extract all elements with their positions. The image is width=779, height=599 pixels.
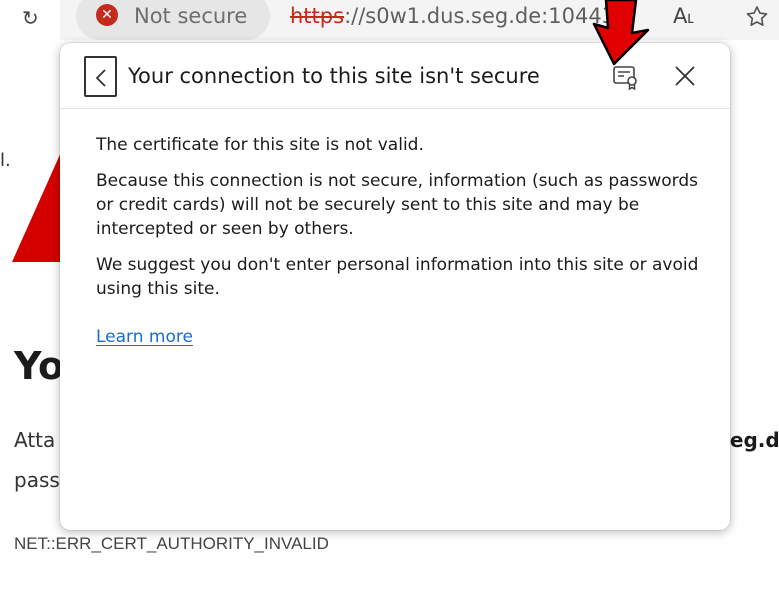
- back-chevron-icon: [95, 69, 106, 87]
- close-icon[interactable]: [671, 62, 699, 90]
- error-description: Atta: [14, 428, 56, 452]
- learn-more-link[interactable]: Learn more: [96, 327, 193, 347]
- connection-warning-text: Because this connection is not secure, i…: [96, 171, 698, 239]
- back-button[interactable]: [84, 56, 117, 97]
- warning-triangle-icon: [12, 150, 62, 262]
- error-x-icon: ✕: [96, 4, 118, 26]
- page-fragment-text: l.: [0, 150, 11, 171]
- error-description-line2: pass: [14, 468, 60, 492]
- suggestion-text: We suggest you don't enter personal info…: [96, 255, 699, 299]
- popup-body: The certificate for this site is not val…: [96, 133, 706, 347]
- browser-toolbar: ↻ ✕ Not secure https://s0w1.dus.seg.de:1…: [0, 0, 779, 40]
- popup-title: Your connection to this site isn't secur…: [128, 64, 540, 88]
- site-security-popup: Your connection to this site isn't secur…: [60, 43, 730, 530]
- address-bar[interactable]: https://s0w1.dus.seg.de:10443: [290, 4, 615, 28]
- url-scheme: https: [290, 4, 345, 28]
- red-arrow-annotation: [592, 0, 650, 66]
- error-heading: Yo: [14, 344, 65, 388]
- error-code: NET::ERR_CERT_AUTHORITY_INVALID: [14, 534, 329, 553]
- certificate-invalid-text: The certificate for this site is not val…: [96, 135, 424, 155]
- site-info-button[interactable]: ✕ Not secure: [76, 0, 270, 40]
- favorite-star-icon[interactable]: [744, 4, 770, 30]
- reload-icon[interactable]: ↻: [22, 6, 39, 30]
- not-secure-label: Not secure: [134, 4, 248, 28]
- read-aloud-button[interactable]: A˪: [673, 4, 694, 29]
- url-host: ://s0w1.dus.seg.de:10443: [344, 4, 616, 28]
